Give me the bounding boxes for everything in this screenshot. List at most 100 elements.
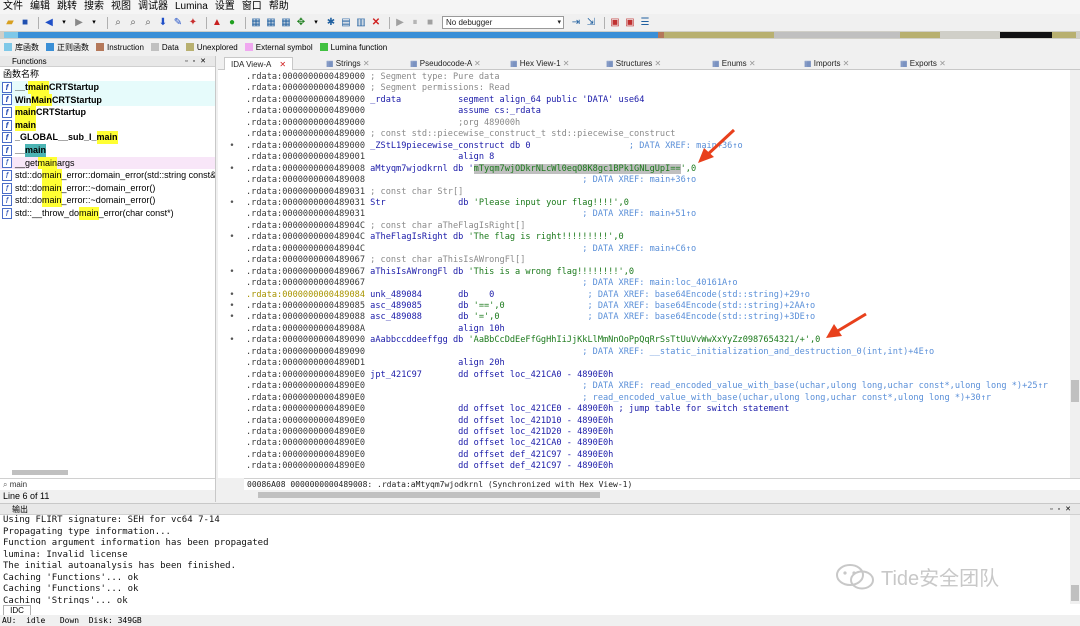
disasm-line[interactable]: .rdata:0000000000489000 ; Segment permis… [218,83,1070,95]
disasm-line[interactable]: .rdata:0000000000489090 ; DATA XREF: __s… [218,347,1070,359]
forward-arrow-icon[interactable]: ▶ [73,17,85,29]
disasm-line[interactable]: • .rdata:0000000000489008 aMtyqm7wjodkrnl… [218,163,1070,176]
ida-view-vertical-scrollbar[interactable] [1070,70,1080,478]
tab-ida-view-a[interactable]: IDA View-A ✕ [224,57,294,70]
function-row[interactable]: f Win Main CRTStartup [0,93,215,107]
pin-icon[interactable]: ✦ [187,17,199,29]
scrollbar-thumb[interactable] [258,492,600,498]
disasm-line[interactable]: • .rdata:0000000000489090 aAabbccddeeffgg… [218,335,1070,347]
close-icon[interactable]: ✕ [361,59,370,68]
ida-view-horizontal-scrollbar[interactable] [230,491,1070,499]
stop-icon[interactable]: ■ [424,17,436,29]
menu-item[interactable]: 跳转 [57,0,77,14]
tab-hex-view-1[interactable]: ▦ Hex View-1 ✕ [510,57,569,70]
plugin-icon[interactable]: ✱ [325,17,337,29]
close-red-icon[interactable]: ✕ [370,17,382,29]
tab-imports[interactable]: ▦ Imports ✕ [804,57,849,70]
menu-item[interactable]: Lumina [175,0,208,14]
menu-item[interactable]: 编辑 [30,0,50,14]
function-row[interactable]: f __get main args [0,156,215,170]
disasm-line[interactable]: .rdata:000000000048904C ; const char aTh… [218,221,1070,233]
disasm-line[interactable]: .rdata:00000000004890E0 dd offset loc_42… [218,427,1070,439]
disasm-line[interactable]: • .rdata:0000000000489031 Str db 'Please … [218,198,1070,210]
scrollbar-thumb[interactable] [1071,380,1079,402]
disasm-line[interactable]: .rdata:000000000048908A align 10h [218,324,1070,336]
disasm-line[interactable]: .rdata:00000000004890E0 dd offset loc_42… [218,416,1070,428]
disasm-line[interactable]: • .rdata:0000000000489084 unk_489084 db 0… [218,290,1070,302]
disasm-line[interactable]: • .rdata:0000000000489085 asc_489085 db '… [218,301,1070,313]
arrows-icon[interactable]: ✥ [295,17,307,29]
play-icon[interactable]: ▶ [394,17,406,29]
output-vertical-scrollbar[interactable] [1070,515,1080,604]
pane-controls[interactable]: ▫▫✕ [1050,504,1076,515]
mark-icon[interactable]: ✎ [172,17,184,29]
disasm-line[interactable]: .rdata:00000000004890E0 dd offset def_42… [218,461,1070,473]
function-row[interactable]: f main CRTStartup [0,106,215,119]
function-row[interactable]: f __ main [0,143,215,157]
find-next-icon[interactable]: ⌕ [127,17,139,29]
functions-horizontal-scrollbar[interactable] [12,470,68,475]
function-row[interactable]: f std::do main _error::domain_error(std::st… [0,169,215,182]
disasm-line[interactable]: .rdata:00000000004890E0 ; read_encoded_v… [218,393,1070,405]
pane-controls[interactable]: ▫▫✕ [185,56,211,67]
menu-item[interactable]: 窗口 [242,0,262,14]
functions-column-header[interactable]: 函数名称 [0,67,215,81]
ida-view-disassembly[interactable]: .rdata:0000000000489000 ; Segment type: … [218,70,1070,478]
chevron-down-icon[interactable]: ▾ [88,17,100,29]
disasm-line[interactable]: .rdata:000000000048904C ; DATA XREF: mai… [218,244,1070,256]
back-arrow-icon[interactable]: ◀ [43,17,55,29]
disasm-line[interactable]: • .rdata:0000000000489000 _ZStL19piecewis… [218,141,1070,153]
add-icon[interactable]: ▦ [265,17,277,29]
search-text-icon[interactable]: ⌕ [142,17,154,29]
tab-strings[interactable]: ▦ Strings ✕ [326,57,370,70]
scrollbar-thumb[interactable] [1071,585,1079,601]
close-icon[interactable]: ✕ [937,59,946,68]
menu-item[interactable]: 视图 [111,0,131,14]
tab-structures[interactable]: ▦ Structures ✕ [606,57,661,70]
trace-icon[interactable]: ⇲ [585,17,597,29]
pause-icon[interactable]: ⏸ [409,17,421,29]
disasm-line[interactable]: .rdata:00000000004890E0 ; DATA XREF: rea… [218,381,1070,393]
open-folder-icon[interactable]: ▰ [4,17,16,29]
disasm-line[interactable]: .rdata:0000000000489008 ; DATA XREF: mai… [218,175,1070,187]
disasm-line[interactable]: .rdata:0000000000489031 ; DATA XREF: mai… [218,209,1070,221]
tab-exports[interactable]: ▦ Exports ✕ [900,57,946,70]
menu-item[interactable]: 帮助 [269,0,289,14]
disasm-line[interactable]: • .rdata:000000000048904C aTheFlagIsRight… [218,232,1070,244]
disasm-line[interactable]: • .rdata:0000000000489067 aThisIsAWrongFl… [218,267,1070,279]
disasm-line[interactable]: .rdata:0000000000489000 ; const std::pie… [218,129,1070,141]
tab-pseudocode-a[interactable]: ▦ Pseudocode-A ✕ [410,57,481,70]
navigation-band[interactable] [0,31,1080,39]
layout-icon[interactable]: ▣ [609,17,621,29]
step-icon[interactable]: ⇥ [570,17,582,29]
disasm-line[interactable]: .rdata:0000000000489001 align 8 [218,152,1070,164]
jump-down-icon[interactable]: ⬇ [157,17,169,29]
disasm-line[interactable]: .rdata:0000000000489031 ; const char Str… [218,187,1070,199]
graph-icon[interactable]: ▲ [211,17,223,29]
struct-icon[interactable]: ▤ [340,17,352,29]
disasm-line[interactable]: .rdata:00000000004890E0 jpt_421C97 dd of… [218,370,1070,382]
disasm-line[interactable]: .rdata:0000000000489000 ; Segment type: … [218,72,1070,84]
disasm-line[interactable]: .rdata:0000000000489067 ; const char aTh… [218,255,1070,267]
disasm-line[interactable]: .rdata:0000000000489000 ;org 489000h [218,118,1070,130]
function-row[interactable]: f main [0,118,215,132]
menu-item[interactable]: 调试器 [138,0,168,14]
binoculars-icon[interactable]: ⌕ [112,17,124,29]
list-icon[interactable]: ☰ [639,17,651,29]
close-icon[interactable]: ✕ [472,59,481,68]
disasm-line[interactable]: .rdata:0000000000489067 ; DATA XREF: mai… [218,278,1070,290]
function-row[interactable]: f std::do main _error::~domain_error() [0,181,215,195]
chevron-down-icon[interactable]: ▾ [310,17,322,29]
close-icon[interactable]: ✕ [840,59,850,68]
disasm-line[interactable]: .rdata:0000000000489000 assume cs:_rdata [218,106,1070,118]
chart-icon[interactable]: ▦ [250,17,262,29]
menu-item[interactable]: 文件 [3,0,23,14]
disasm-line[interactable]: .rdata:00000000004890E0 dd offset def_42… [218,450,1070,462]
run-green-icon[interactable]: ● [226,17,238,29]
close-icon[interactable]: ✕ [652,59,661,68]
disasm-line[interactable]: .rdata:00000000004890D1 align 20h [218,358,1070,370]
flowchart-icon[interactable]: ▦ [280,17,292,29]
close-icon[interactable]: ✕ [561,59,570,68]
disasm-line[interactable]: • .rdata:0000000000489088 asc_489088 db '… [218,312,1070,324]
debugger-select[interactable]: No debugger ▾ [442,16,564,29]
